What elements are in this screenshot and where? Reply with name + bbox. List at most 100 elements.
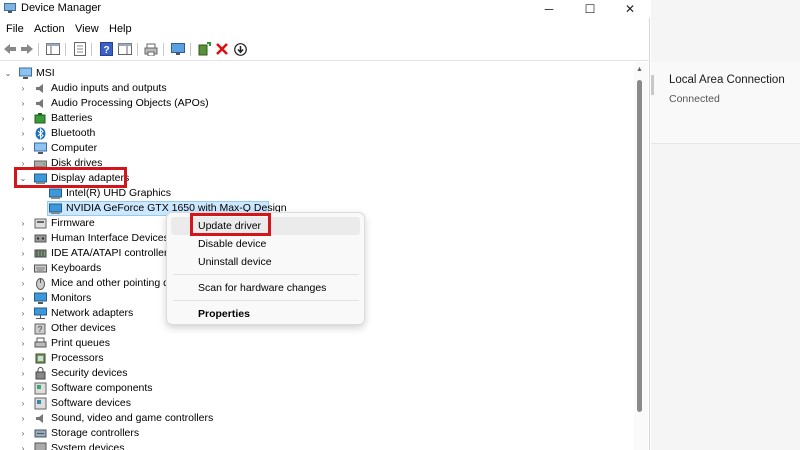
menu-item-label: Update driver bbox=[198, 220, 262, 232]
tree-item-label: Keyboards bbox=[51, 262, 102, 274]
expand-chevron-icon[interactable]: › bbox=[18, 248, 28, 258]
minimize-button[interactable]: ─ bbox=[531, 0, 567, 18]
show-hide-console-tree-icon[interactable] bbox=[45, 41, 61, 57]
tree-item-bluetooth[interactable]: › Bluetooth bbox=[0, 126, 620, 141]
expand-chevron-icon[interactable]: › bbox=[18, 158, 28, 168]
expand-chevron-icon[interactable]: › bbox=[18, 413, 28, 423]
vertical-scrollbar[interactable]: ▲ bbox=[634, 62, 648, 450]
tree-item-print-queues[interactable]: › Print queues bbox=[0, 336, 620, 351]
menu-separator bbox=[173, 274, 359, 275]
tree-item-computer[interactable]: › Computer bbox=[0, 141, 620, 156]
toolbar-separator bbox=[137, 43, 138, 56]
tree-item-processors[interactable]: › Processors bbox=[0, 351, 620, 366]
expand-chevron-icon[interactable]: › bbox=[18, 293, 28, 303]
expand-chevron-icon[interactable]: › bbox=[18, 443, 28, 450]
battery-icon bbox=[34, 113, 46, 124]
uninstall-icon[interactable] bbox=[214, 41, 230, 57]
toolbar-separator bbox=[91, 43, 92, 56]
tree-item-audio-inputs[interactable]: › Audio inputs and outputs bbox=[0, 81, 620, 96]
tree-item-storage-controllers[interactable]: › Storage controllers bbox=[0, 426, 620, 441]
tree-item-label: System devices bbox=[51, 442, 125, 450]
close-button[interactable]: ✕ bbox=[612, 0, 648, 18]
expand-chevron-icon[interactable]: › bbox=[18, 98, 28, 108]
expand-chevron-icon[interactable]: › bbox=[18, 338, 28, 348]
expand-chevron-icon[interactable]: › bbox=[18, 308, 28, 318]
device-manager-window: Device Manager ─ ☐ ✕ File Action View He… bbox=[0, 0, 650, 450]
tree-root[interactable]: ⌄ MSI bbox=[0, 66, 620, 81]
toolbar-separator bbox=[65, 43, 66, 56]
other-devices-icon: ? bbox=[34, 323, 46, 335]
monitor-icon bbox=[34, 292, 47, 304]
expand-chevron-icon[interactable]: › bbox=[18, 353, 28, 363]
expand-chevron-icon[interactable]: › bbox=[18, 428, 28, 438]
menu-help[interactable]: Help bbox=[109, 23, 132, 35]
scroll-up-arrow-icon[interactable]: ▲ bbox=[636, 66, 643, 73]
menu-item-update-driver[interactable]: Update driver bbox=[171, 217, 360, 235]
processor-icon bbox=[35, 353, 46, 364]
expand-chevron-icon[interactable]: › bbox=[18, 263, 28, 273]
menu-item-scan-hardware[interactable]: Scan for hardware changes bbox=[171, 279, 360, 297]
expand-chevron-icon[interactable]: › bbox=[18, 398, 28, 408]
tree-item-software-components[interactable]: › Software components bbox=[0, 381, 620, 396]
expand-chevron-icon[interactable]: › bbox=[18, 368, 28, 378]
keyboard-icon bbox=[34, 264, 47, 273]
tree-item-label: Disk drives bbox=[51, 157, 103, 169]
tree-item-software-devices[interactable]: › Software devices bbox=[0, 396, 620, 411]
properties-icon[interactable] bbox=[72, 41, 88, 57]
expand-chevron-icon[interactable]: › bbox=[18, 383, 28, 393]
collapse-chevron-icon[interactable]: ⌄ bbox=[18, 173, 28, 183]
tree-item-label: Human Interface Devices bbox=[51, 232, 169, 244]
tree-item-disk-drives[interactable]: › Disk drives bbox=[0, 156, 620, 171]
menu-item-label: Scan for hardware changes bbox=[198, 282, 327, 294]
menu-item-properties[interactable]: Properties bbox=[171, 305, 360, 323]
update-driver-icon[interactable] bbox=[232, 41, 248, 57]
tree-item-batteries[interactable]: › Batteries bbox=[0, 111, 620, 126]
menu-item-uninstall-device[interactable]: Uninstall device bbox=[171, 253, 360, 271]
monitor-icon[interactable] bbox=[170, 41, 186, 57]
scrollbar-thumb[interactable] bbox=[637, 80, 642, 412]
expand-chevron-icon[interactable]: › bbox=[18, 233, 28, 243]
expand-chevron-icon[interactable]: › bbox=[18, 278, 28, 288]
menu-action[interactable]: Action bbox=[34, 23, 65, 35]
tree-item-display-adapters[interactable]: ⌄ Display adapters bbox=[0, 171, 620, 186]
tree-item-label: Security devices bbox=[51, 367, 128, 379]
device-manager-icon bbox=[4, 3, 16, 13]
menu-view[interactable]: View bbox=[75, 23, 99, 35]
menu-file[interactable]: File bbox=[6, 23, 24, 35]
expand-chevron-icon[interactable]: › bbox=[18, 143, 28, 153]
tree-item-label: Other devices bbox=[51, 322, 116, 334]
maximize-button[interactable]: ☐ bbox=[572, 0, 608, 18]
disk-icon bbox=[34, 160, 47, 168]
connection-indicator-bar bbox=[651, 75, 654, 95]
printer-icon bbox=[34, 337, 47, 348]
collapse-chevron-icon[interactable]: ⌄ bbox=[3, 68, 13, 78]
tree-child-intel-uhd[interactable]: Intel(R) UHD Graphics bbox=[0, 186, 620, 201]
tree-item-audio-processing[interactable]: › Audio Processing Objects (APOs) bbox=[0, 96, 620, 111]
svg-text:?: ? bbox=[103, 45, 109, 56]
toolbar-separator bbox=[190, 43, 191, 56]
tree-item-sound-video-game[interactable]: › Sound, video and game controllers bbox=[0, 411, 620, 426]
tree-item-label: Storage controllers bbox=[51, 427, 140, 439]
software-icon bbox=[34, 382, 47, 395]
software-icon bbox=[34, 397, 47, 410]
action-pane-icon[interactable] bbox=[117, 41, 133, 57]
tree-item-label: Print queues bbox=[51, 337, 110, 349]
tree-item-label: Processors bbox=[51, 352, 104, 364]
help-icon[interactable]: ? bbox=[98, 41, 114, 57]
add-driver-icon[interactable] bbox=[196, 41, 212, 57]
network-flyout-panel: Local Area Connection Connected bbox=[651, 0, 800, 450]
tree-item-security-devices[interactable]: › Security devices bbox=[0, 366, 620, 381]
back-arrow-icon[interactable] bbox=[2, 41, 18, 57]
expand-chevron-icon[interactable]: › bbox=[18, 323, 28, 333]
tree-item-label: Audio Processing Objects (APOs) bbox=[51, 97, 209, 109]
forward-arrow-icon[interactable] bbox=[19, 41, 35, 57]
print-icon[interactable] bbox=[143, 41, 159, 57]
tree-item-system-devices[interactable]: › System devices bbox=[0, 441, 620, 450]
expand-chevron-icon[interactable]: › bbox=[18, 83, 28, 93]
menu-item-disable-device[interactable]: Disable device bbox=[171, 235, 360, 253]
context-menu: Update driver Disable device Uninstall d… bbox=[166, 212, 365, 325]
expand-chevron-icon[interactable]: › bbox=[18, 128, 28, 138]
expand-chevron-icon[interactable]: › bbox=[18, 113, 28, 123]
expand-chevron-icon[interactable]: › bbox=[18, 218, 28, 228]
menu-item-label: Properties bbox=[198, 308, 250, 320]
